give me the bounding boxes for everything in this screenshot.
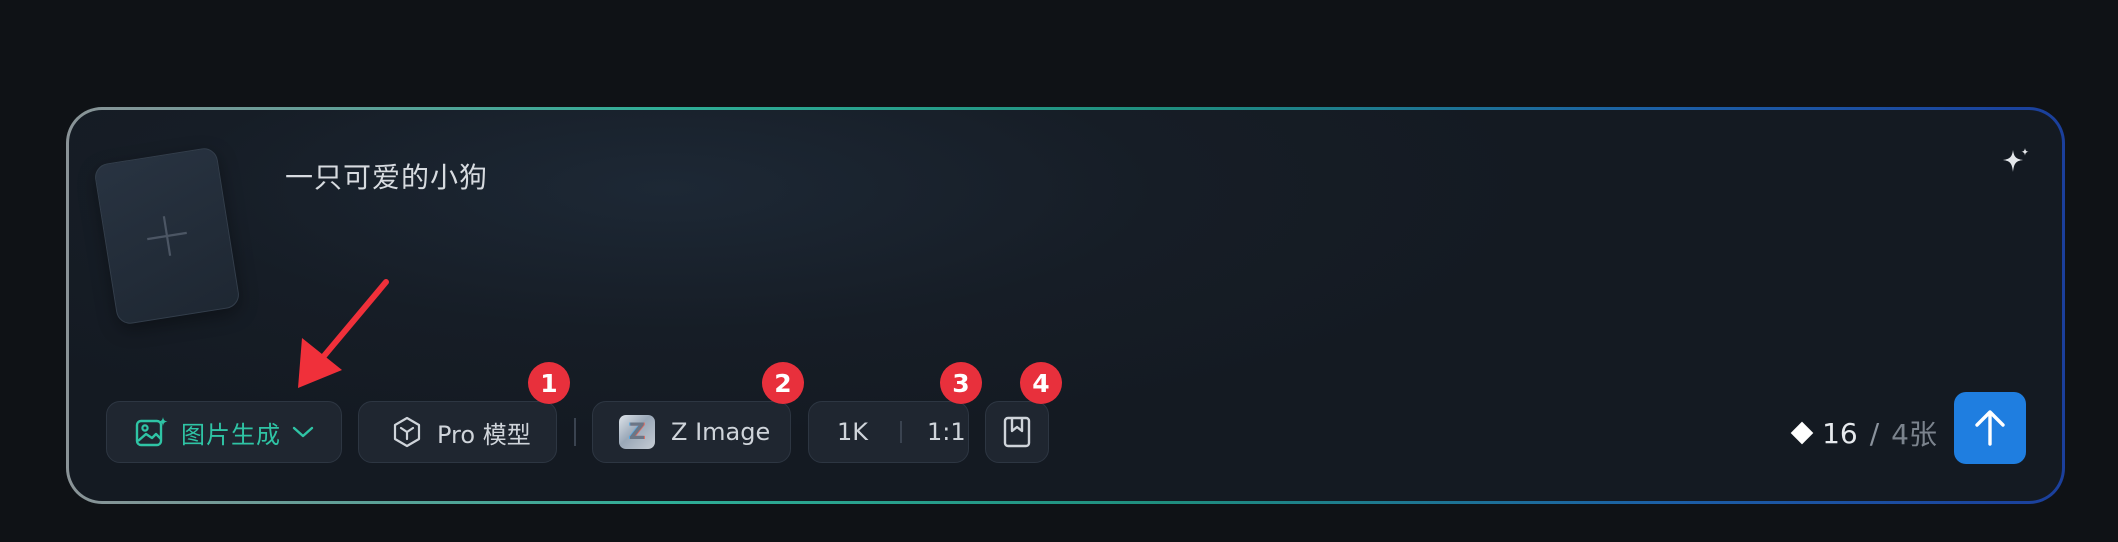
bookmark-icon bbox=[1003, 416, 1031, 448]
mode-label: 图片生成 bbox=[181, 420, 281, 449]
prompt-input[interactable]: 一只可爱的小狗 bbox=[285, 156, 488, 196]
mode-dropdown[interactable]: 图片生成 bbox=[106, 401, 342, 463]
engine-selector-button[interactable]: Z Z Image 2 bbox=[592, 362, 804, 463]
resolution-label: 1K bbox=[837, 418, 869, 446]
engine-label: Z Image bbox=[671, 418, 771, 446]
z-image-logo-icon: Z bbox=[619, 415, 655, 449]
aspect-ratio-label: 1:1 bbox=[927, 418, 966, 446]
prompt-composer: 一只可爱的小狗 图片生成 Pro 模型 1 Z Z Image 2 1K 1:1… bbox=[69, 110, 2062, 501]
toolbar-divider bbox=[574, 418, 576, 446]
diamond-icon bbox=[1790, 421, 1814, 445]
model-label: Pro 模型 bbox=[437, 420, 531, 449]
image-generate-icon bbox=[135, 417, 168, 447]
image-upload-card[interactable] bbox=[93, 146, 241, 326]
sparkle-icon[interactable] bbox=[2000, 146, 2032, 178]
bookmark-button[interactable]: 4 bbox=[985, 362, 1062, 463]
composer-toolbar: 图片生成 Pro 模型 1 Z Z Image 2 1K 1:1 3 4 bbox=[106, 362, 1062, 464]
plus-icon bbox=[147, 216, 187, 256]
arrow-up-icon bbox=[1975, 410, 2005, 446]
model-selector-button[interactable]: Pro 模型 1 bbox=[358, 362, 570, 463]
cube-icon bbox=[393, 416, 421, 448]
cost-points: 16 bbox=[1822, 416, 1858, 450]
size-ratio-selector[interactable]: 1K 1:1 3 bbox=[808, 362, 982, 463]
cost-separator: / bbox=[1869, 416, 1880, 450]
annotation-badge-4: 4 bbox=[1020, 362, 1062, 404]
size-ratio-divider bbox=[900, 421, 903, 443]
chevron-down-icon bbox=[292, 426, 314, 438]
image-count: 4张 bbox=[1891, 418, 1937, 451]
annotation-badge-3: 3 bbox=[940, 362, 982, 404]
annotation-badge-1: 1 bbox=[528, 362, 570, 404]
send-button[interactable] bbox=[1954, 392, 2026, 464]
prompt-composer-border: 一只可爱的小狗 图片生成 Pro 模型 1 Z Z Image 2 1K 1:1… bbox=[66, 107, 2065, 504]
annotation-badge-2: 2 bbox=[762, 362, 804, 404]
generation-cost: 16 / 4张 bbox=[1790, 413, 1937, 453]
page: 一只可爱的小狗 图片生成 Pro 模型 1 Z Z Image 2 1K 1:1… bbox=[0, 0, 2118, 542]
